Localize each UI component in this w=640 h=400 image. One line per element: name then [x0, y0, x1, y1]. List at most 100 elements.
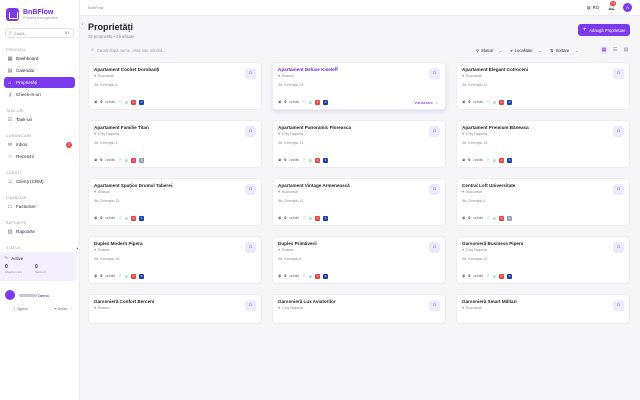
- sidebar-item-properties[interactable]: ⌂ Proprietăți: [4, 77, 75, 88]
- sort-select[interactable]: ⇅ Sortare ⌄: [550, 48, 579, 53]
- table-view-button[interactable]: ▤: [622, 46, 630, 54]
- list-view-button[interactable]: ☰: [611, 46, 619, 54]
- sidebar-item-dashboard[interactable]: ▦ Dashboard: [4, 53, 75, 64]
- airbnb-icon: a: [499, 215, 505, 221]
- property-card[interactable]: Apartament Vintage Armenească ⌖ București S…: [272, 178, 446, 226]
- chevron-down-icon: ⌄: [498, 47, 503, 53]
- sidebar-item-calendar[interactable]: ▤ Calendar: [4, 65, 75, 76]
- redacted-email: [19, 293, 37, 297]
- location-filter[interactable]: ⌖ Localitate ⌄: [510, 48, 542, 53]
- booking-icon: b: [139, 215, 145, 221]
- sidebar-item-invoicing[interactable]: ▭ Facturare: [4, 201, 75, 212]
- property-card[interactable]: Apartament Familie Titan ⌖ Cluj-Napoca Str.…: [88, 120, 262, 168]
- property-title[interactable]: Central Loft Universitate: [462, 183, 624, 188]
- property-card[interactable]: Garsonieră Confort Berceni ⌖ Brașov ⌂: [88, 294, 262, 324]
- sidebar-item-inbox[interactable]: ✉ Inbox 3: [4, 139, 75, 150]
- property-title[interactable]: Apartament Cochet Dorobanți: [94, 67, 256, 72]
- property-address: Str. Exemplu 24: [278, 83, 304, 87]
- parking-icon: ⊙: [492, 273, 497, 279]
- unit-icon: ▣: [94, 100, 98, 104]
- property-card[interactable]: Central Loft Universitate ⌖ București Str. …: [456, 178, 630, 226]
- location-icon: ⌖: [278, 248, 281, 252]
- property-meta: ▣ 0 unități ⌔ ⊙ a b: [462, 215, 513, 221]
- sidebar-item-crm[interactable]: ☺ Clienți (CRM): [4, 176, 75, 187]
- section-tasks: TASK-URI: [6, 109, 24, 113]
- logo[interactable]: BnBFlow Property management: [0, 0, 79, 22]
- language-selector[interactable]: ◍ RO: [587, 5, 600, 11]
- unit-count: 0: [100, 216, 103, 220]
- property-title[interactable]: Apartament Deluxe Kiseleff: [278, 67, 440, 72]
- scroll-up-icon[interactable]: ▲: [76, 246, 79, 250]
- unit-count: 0: [100, 158, 103, 162]
- property-meta: ▣ 0 unități ⌔ ⊙ a b: [94, 273, 145, 279]
- property-title[interactable]: Duplex Modern Pipera: [94, 241, 256, 246]
- property-title[interactable]: Garsonieră Business Pipera: [462, 241, 624, 246]
- property-card[interactable]: Duplex Modern Pipera ⌖ Brașov Str. Exemplu …: [88, 236, 262, 284]
- property-title[interactable]: Garsonieră Smart Militari: [462, 299, 624, 304]
- airbnb-icon: a: [315, 157, 321, 163]
- property-title[interactable]: Apartament Elegant Cotroceni: [462, 67, 624, 72]
- add-property-button[interactable]: + Adaugă Proprietate: [578, 24, 630, 36]
- unit-count: 0: [284, 158, 287, 162]
- unit-label: unități: [289, 158, 299, 162]
- filter-icon: ⚲: [476, 47, 480, 53]
- property-address: Str. Exemplu 21: [94, 199, 120, 203]
- unit-icon: ▣: [462, 274, 466, 278]
- property-card[interactable]: Garsonieră Lux Aviatorilor ⌖ Cluj-Napoca ⌂: [272, 294, 446, 324]
- property-meta: ▣ 0 unități ⌔ ⊙ a b: [462, 273, 513, 279]
- sidebar-item-reviews[interactable]: ☆ Recenzii: [4, 151, 75, 162]
- unit-label: unități: [473, 274, 483, 278]
- property-title[interactable]: Apartament Vintage Armenească: [278, 183, 440, 188]
- property-title[interactable]: Apartament Familie Titan: [94, 125, 256, 130]
- home-icon: ⌂: [613, 300, 624, 311]
- property-card[interactable]: Duplex Primăverii ⌖ Brașov Str. Exemplu 6 ⌂ ▣…: [272, 236, 446, 284]
- property-card[interactable]: Apartament Panoramic Floreasca ⌖ Cluj-Napo…: [272, 120, 446, 168]
- property-title[interactable]: Duplex Primăverii: [278, 241, 440, 246]
- property-card[interactable]: Garsonieră Smart Militari ⌖ București ⌂: [456, 294, 630, 324]
- property-title[interactable]: Garsonieră Lux Aviatorilor: [278, 299, 440, 304]
- property-card[interactable]: Apartament Elegant Cotroceni ⌖ București St…: [456, 62, 630, 110]
- grid-view-button[interactable]: ▦: [600, 46, 608, 54]
- booking-icon: b: [323, 157, 329, 163]
- home-icon: ⌂: [429, 126, 440, 137]
- location-icon: ⌖: [278, 306, 281, 310]
- user-profile[interactable]: Demo: [5, 290, 75, 300]
- property-search-input[interactable]: ⌕ Caută după nume, oraș sau adresă...: [88, 44, 468, 56]
- unit-count: 0: [284, 100, 287, 104]
- logout-button[interactable]: ⇥ Ieșire: [53, 306, 67, 312]
- sidebar-search-input[interactable]: ⌕ Caută... ⌘K: [5, 28, 74, 38]
- collapse-sidebar-button[interactable]: ‹: [79, 22, 86, 29]
- parking-icon: ⊙: [124, 99, 129, 105]
- section-financial: FINANCIAR: [6, 196, 27, 200]
- property-title[interactable]: Apartament Spațios Drumul Taberei: [94, 183, 256, 188]
- property-title[interactable]: Apartament Panoramic Floreasca: [278, 125, 440, 130]
- status-label: Active: [11, 255, 24, 261]
- property-address: Str. Exemplu 6: [278, 257, 302, 261]
- unit-label: unități: [473, 216, 483, 220]
- sidebar-item-checkins[interactable]: ⚷ Check-in-uri: [4, 89, 75, 100]
- parking-icon: ⊙: [492, 157, 497, 163]
- view-property-link[interactable]: Vizualizare ›: [414, 101, 437, 105]
- property-card[interactable]: Apartament Premium Băneasa ⌖ Cluj-Napoca St…: [456, 120, 630, 168]
- user-avatar[interactable]: A: [623, 3, 632, 12]
- property-card[interactable]: Apartament Deluxe Kiseleff ⌖ Brașov Str. Ex…: [272, 62, 446, 110]
- location-icon: ⌖: [462, 306, 465, 310]
- help-button[interactable]: ⓘ Ajutor: [13, 306, 28, 312]
- property-meta: ▣ 0 unități ⌔ ⊙ a b: [94, 157, 145, 163]
- avatar: [5, 290, 15, 300]
- property-city: ⌖ București: [462, 190, 482, 194]
- property-card[interactable]: Apartament Spațios Drumul Taberei ⌖ Brașov…: [88, 178, 262, 226]
- app-tagline: Property management: [23, 15, 58, 20]
- sidebar-item-reports[interactable]: ▥ Rapoarte: [4, 226, 75, 237]
- property-title[interactable]: Garsonieră Confort Berceni: [94, 299, 256, 304]
- breadcrumb[interactable]: BnbFlow: [88, 5, 104, 10]
- sidebar-item-tasks[interactable]: ☑ Task-uri: [4, 114, 75, 125]
- parking-icon: ⊙: [308, 99, 313, 105]
- unit-icon: ▣: [278, 216, 282, 220]
- property-card[interactable]: Garsonieră Business Pipera ⌖ Cluj-Napoca St…: [456, 236, 630, 284]
- property-meta: ▣ 0 unități ⌔ ⊙ a b: [94, 215, 145, 221]
- status-filter[interactable]: ⚲ Status ⌄: [476, 48, 502, 53]
- property-title[interactable]: Apartament Premium Băneasa: [462, 125, 624, 130]
- property-card[interactable]: Apartament Cochet Dorobanți ⌖ București Str…: [88, 62, 262, 110]
- notifications-button[interactable]: 🔔︎ 9+: [607, 1, 617, 11]
